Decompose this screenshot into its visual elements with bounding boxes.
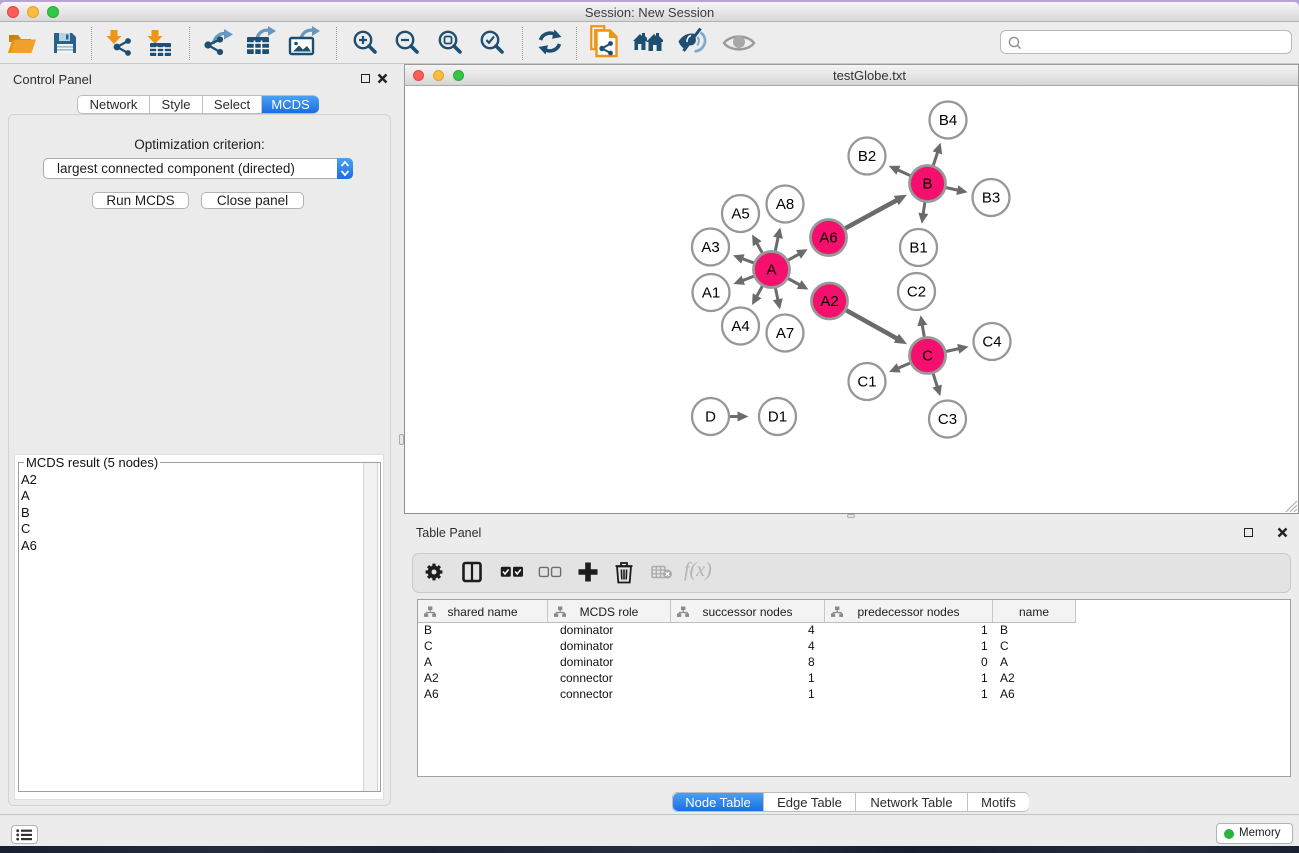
svg-text:B4: B4 (939, 112, 957, 129)
svg-text:A5: A5 (731, 206, 749, 223)
svg-text:C2: C2 (907, 284, 926, 301)
svg-text:B: B (922, 176, 932, 193)
svg-text:B3: B3 (982, 190, 1000, 207)
svg-text:A2: A2 (820, 293, 838, 310)
svg-text:D1: D1 (768, 409, 787, 426)
svg-text:A8: A8 (776, 196, 794, 213)
svg-text:A: A (766, 262, 776, 279)
svg-text:A6: A6 (819, 230, 837, 247)
svg-text:C: C (922, 348, 933, 365)
svg-text:A4: A4 (731, 318, 749, 335)
svg-text:C1: C1 (857, 374, 876, 391)
svg-text:A1: A1 (702, 285, 720, 302)
svg-text:B1: B1 (909, 240, 927, 257)
svg-text:C4: C4 (982, 334, 1001, 351)
svg-text:D: D (705, 409, 716, 426)
svg-text:A3: A3 (701, 239, 719, 256)
svg-text:C3: C3 (938, 411, 957, 428)
svg-text:B2: B2 (858, 148, 876, 165)
svg-text:A7: A7 (776, 325, 794, 342)
